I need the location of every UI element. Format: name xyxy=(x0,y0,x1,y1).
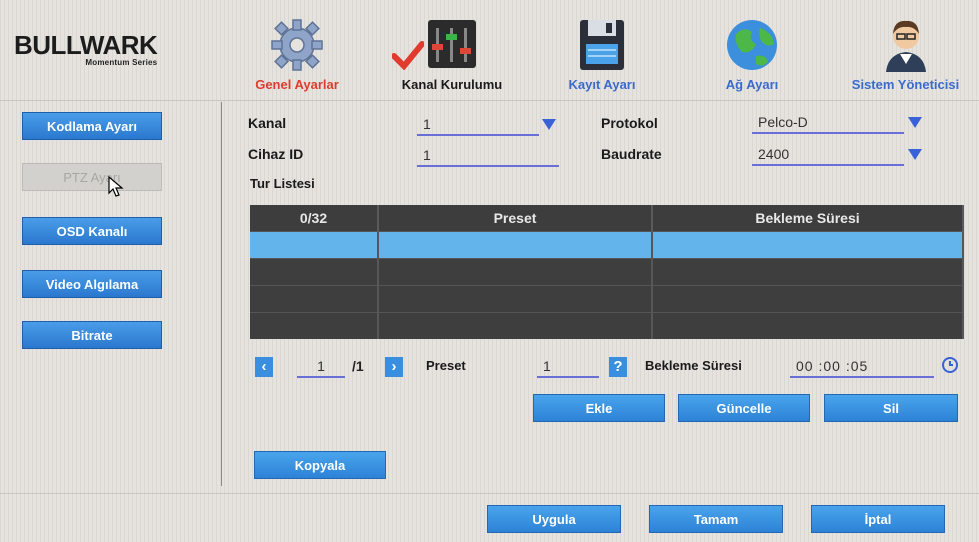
preset-input[interactable]: 1 xyxy=(537,356,599,378)
bekleme-seconds: :05 xyxy=(845,358,869,374)
tab-kanal-kurulumu[interactable]: Kanal Kurulumu xyxy=(382,0,522,100)
baudrate-dropdown-arrow-icon[interactable] xyxy=(908,149,922,160)
tab-sistem-yoneticisi[interactable]: Sistem Yöneticisi xyxy=(832,0,979,100)
next-page-button[interactable]: › xyxy=(385,357,403,377)
sil-button[interactable]: Sil xyxy=(824,394,958,422)
ekle-button[interactable]: Ekle xyxy=(533,394,665,422)
bekleme-suresi-label: Bekleme Süresi xyxy=(645,358,742,373)
footer-divider xyxy=(0,493,979,494)
cihaz-id-input[interactable]: 1 xyxy=(417,145,559,167)
table-row[interactable] xyxy=(250,312,964,339)
uygula-button[interactable]: Uygula xyxy=(487,505,621,533)
baudrate-label: Baudrate xyxy=(601,146,662,162)
column-header-bekleme: Bekleme Süresi xyxy=(652,205,964,232)
current-page-input[interactable]: 1 xyxy=(297,356,345,378)
protokol-dropdown-arrow-icon[interactable] xyxy=(908,117,922,128)
kopyala-button[interactable]: Kopyala xyxy=(254,451,386,479)
column-header-preset: Preset xyxy=(378,205,653,232)
kanal-dropdown-arrow-icon[interactable] xyxy=(542,119,556,130)
equalizer-icon xyxy=(428,20,476,68)
kanal-select[interactable]: 1 xyxy=(417,114,539,136)
prev-page-button[interactable]: ‹ xyxy=(255,357,273,377)
preset-label: Preset xyxy=(426,358,466,373)
kanal-label: Kanal xyxy=(248,115,287,131)
guncelle-button[interactable]: Güncelle xyxy=(678,394,810,422)
sidebar-item-video-algilama[interactable]: Video Algılama xyxy=(22,270,162,298)
floppy-disk-icon xyxy=(580,20,624,70)
user-avatar-icon xyxy=(885,20,926,72)
protokol-select[interactable]: Pelco-D xyxy=(752,112,904,134)
table-row[interactable] xyxy=(250,285,964,313)
total-pages: /1 xyxy=(352,358,364,374)
tab-kayit-ayari[interactable]: Kayıt Ayarı xyxy=(532,0,672,100)
tab-label: Kayıt Ayarı xyxy=(568,77,636,92)
help-button[interactable]: ? xyxy=(609,357,627,377)
tab-label: Kanal Kurulumu xyxy=(401,77,503,92)
iptal-button[interactable]: İptal xyxy=(811,505,945,533)
bekleme-time-input[interactable]: 00 :00 :05 xyxy=(790,356,934,378)
protokol-label: Protokol xyxy=(601,115,658,131)
table-row-selected[interactable] xyxy=(250,231,964,259)
sidebar-divider xyxy=(221,102,222,486)
bekleme-minutes: :00 xyxy=(818,358,841,374)
sidebar-item-ptz-ayari[interactable]: PTZ Ayarı xyxy=(22,163,162,191)
table-row[interactable] xyxy=(250,258,964,286)
cihaz-id-label: Cihaz ID xyxy=(248,146,304,162)
gear-icon xyxy=(271,19,323,71)
checkmark-icon xyxy=(392,41,424,70)
brand-logo: BULLWARK Momentum Series xyxy=(14,30,158,67)
top-navigation: BULLWARK Momentum Series Genel Ayarlar K… xyxy=(0,0,979,100)
mouse-cursor-icon xyxy=(108,176,124,197)
tab-label: Genel Ayarlar xyxy=(255,77,339,92)
table-header-row: 0/32 Preset Bekleme Süresi xyxy=(250,205,964,232)
tour-list-table: 0/32 Preset Bekleme Süresi xyxy=(250,205,964,339)
baudrate-select[interactable]: 2400 xyxy=(752,144,904,166)
globe-icon xyxy=(727,20,777,70)
bekleme-hours: 00 xyxy=(796,358,814,374)
tab-label: Ağ Ayarı xyxy=(725,77,779,92)
tur-listesi-label: Tur Listesi xyxy=(250,176,315,191)
tamam-button[interactable]: Tamam xyxy=(649,505,783,533)
header-divider xyxy=(0,100,979,101)
column-header-count: 0/32 xyxy=(250,205,379,232)
sidebar-item-bitrate[interactable]: Bitrate xyxy=(22,321,162,349)
brand-name: BULLWARK xyxy=(14,30,158,60)
sidebar-item-osd-kanali[interactable]: OSD Kanalı xyxy=(22,217,162,245)
clock-icon[interactable] xyxy=(941,356,959,374)
tab-ag-ayari[interactable]: Ağ Ayarı xyxy=(682,0,822,100)
tab-genel-ayarlar[interactable]: Genel Ayarlar xyxy=(222,0,372,100)
sidebar-item-kodlama-ayari[interactable]: Kodlama Ayarı xyxy=(22,112,162,140)
tab-label: Sistem Yöneticisi xyxy=(851,77,960,92)
